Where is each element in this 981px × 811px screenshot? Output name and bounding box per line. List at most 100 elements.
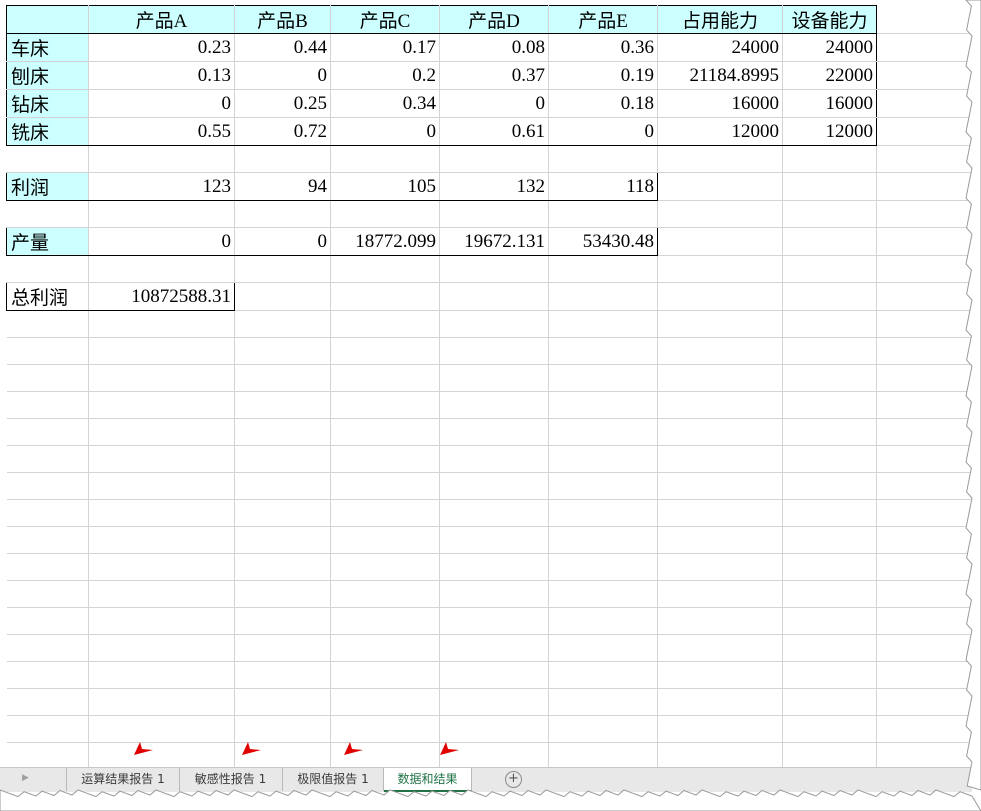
cell[interactable] xyxy=(88,391,235,419)
cell[interactable] xyxy=(548,499,658,527)
cell[interactable] xyxy=(876,715,972,743)
column-header[interactable]: 设备能力 xyxy=(782,5,877,34)
cell[interactable] xyxy=(657,364,783,392)
cell[interactable] xyxy=(6,661,89,689)
cell[interactable] xyxy=(234,418,331,446)
cell[interactable] xyxy=(876,634,972,662)
cell[interactable] xyxy=(88,607,235,635)
cell[interactable] xyxy=(439,310,549,338)
cell[interactable] xyxy=(6,255,89,283)
cell[interactable] xyxy=(657,742,783,767)
cell[interactable] xyxy=(657,255,783,283)
cell[interactable] xyxy=(657,661,783,689)
row-label[interactable]: 刨床 xyxy=(6,61,89,90)
cell[interactable] xyxy=(782,607,877,635)
spreadsheet-grid[interactable]: 产品A 产品B 产品C 产品D 产品E 占用能力 设备能力 车床 0.23 0.44 0.17 0.0… xyxy=(6,5,972,767)
cell[interactable] xyxy=(6,310,89,338)
cell[interactable] xyxy=(88,526,235,554)
cell[interactable] xyxy=(439,661,549,689)
cell[interactable] xyxy=(657,200,783,228)
cell[interactable] xyxy=(330,255,440,283)
coefficient-cell[interactable]: 0.36 xyxy=(548,33,658,62)
cell[interactable] xyxy=(6,337,89,365)
cell[interactable] xyxy=(782,227,877,256)
cell[interactable] xyxy=(234,580,331,608)
cell[interactable] xyxy=(234,553,331,581)
used-capacity-cell[interactable]: 24000 xyxy=(657,33,783,62)
cell[interactable] xyxy=(548,607,658,635)
coefficient-cell[interactable]: 0.37 xyxy=(439,61,549,90)
cell[interactable] xyxy=(548,337,658,365)
cell[interactable] xyxy=(782,310,877,338)
cell[interactable] xyxy=(876,364,972,392)
coefficient-cell[interactable]: 0.19 xyxy=(548,61,658,90)
cell[interactable] xyxy=(548,553,658,581)
cell[interactable] xyxy=(876,200,972,228)
used-capacity-cell[interactable]: 12000 xyxy=(657,117,783,146)
cell[interactable] xyxy=(6,145,89,173)
column-header[interactable]: 产品A xyxy=(88,5,235,34)
cell[interactable] xyxy=(657,145,783,173)
coefficient-cell[interactable]: 0.61 xyxy=(439,117,549,146)
cell[interactable] xyxy=(88,255,235,283)
cell[interactable] xyxy=(876,688,972,716)
cell[interactable] xyxy=(548,580,658,608)
cell[interactable] xyxy=(6,391,89,419)
cell[interactable] xyxy=(330,364,440,392)
cell[interactable] xyxy=(782,364,877,392)
cell[interactable] xyxy=(876,472,972,500)
output-cell[interactable]: 53430.48 xyxy=(548,227,658,256)
cell[interactable] xyxy=(6,553,89,581)
column-header[interactable]: 产品B xyxy=(234,5,331,34)
profit-cell[interactable]: 132 xyxy=(439,172,549,201)
cell[interactable] xyxy=(657,472,783,500)
cell[interactable] xyxy=(330,282,440,311)
cell[interactable] xyxy=(657,418,783,446)
output-cell[interactable]: 0 xyxy=(234,227,331,256)
cell[interactable] xyxy=(782,526,877,554)
cell[interactable] xyxy=(439,526,549,554)
cell[interactable] xyxy=(548,418,658,446)
cell[interactable] xyxy=(88,715,235,743)
output-cell[interactable]: 18772.099 xyxy=(330,227,440,256)
total-profit-label[interactable]: 总利润 xyxy=(6,282,89,311)
cell[interactable] xyxy=(234,445,331,473)
cell[interactable] xyxy=(6,364,89,392)
cell[interactable] xyxy=(234,499,331,527)
cell[interactable] xyxy=(330,145,440,173)
cell[interactable] xyxy=(439,688,549,716)
corner-cell[interactable] xyxy=(6,5,89,34)
coefficient-cell[interactable]: 0.34 xyxy=(330,89,440,118)
cell[interactable] xyxy=(88,364,235,392)
cell[interactable] xyxy=(657,227,783,256)
cell[interactable] xyxy=(657,526,783,554)
column-header[interactable]: 占用能力 xyxy=(657,5,783,34)
cell[interactable] xyxy=(876,391,972,419)
cell[interactable] xyxy=(234,607,331,635)
cell[interactable] xyxy=(876,255,972,283)
cell[interactable] xyxy=(439,580,549,608)
cell[interactable] xyxy=(548,634,658,662)
cell[interactable] xyxy=(88,445,235,473)
cell[interactable] xyxy=(782,255,877,283)
cell[interactable] xyxy=(876,89,972,118)
cell[interactable] xyxy=(657,391,783,419)
cell[interactable] xyxy=(548,310,658,338)
cell-table[interactable]: 产品A 产品B 产品C 产品D 产品E 占用能力 设备能力 车床 0.23 0.44 0.17 0.0… xyxy=(6,5,972,767)
cell[interactable] xyxy=(782,742,877,767)
cell[interactable] xyxy=(548,391,658,419)
row-label[interactable]: 利润 xyxy=(6,172,89,201)
cell[interactable] xyxy=(88,472,235,500)
cell[interactable] xyxy=(234,282,331,311)
cell[interactable] xyxy=(439,282,549,311)
cell[interactable] xyxy=(330,418,440,446)
cell[interactable] xyxy=(234,310,331,338)
cell[interactable] xyxy=(548,445,658,473)
cell[interactable] xyxy=(548,526,658,554)
profit-cell[interactable]: 105 xyxy=(330,172,440,201)
cell[interactable] xyxy=(548,200,658,228)
profit-cell[interactable]: 94 xyxy=(234,172,331,201)
cell[interactable] xyxy=(782,688,877,716)
used-capacity-cell[interactable]: 21184.8995 xyxy=(657,61,783,90)
cell[interactable] xyxy=(6,526,89,554)
